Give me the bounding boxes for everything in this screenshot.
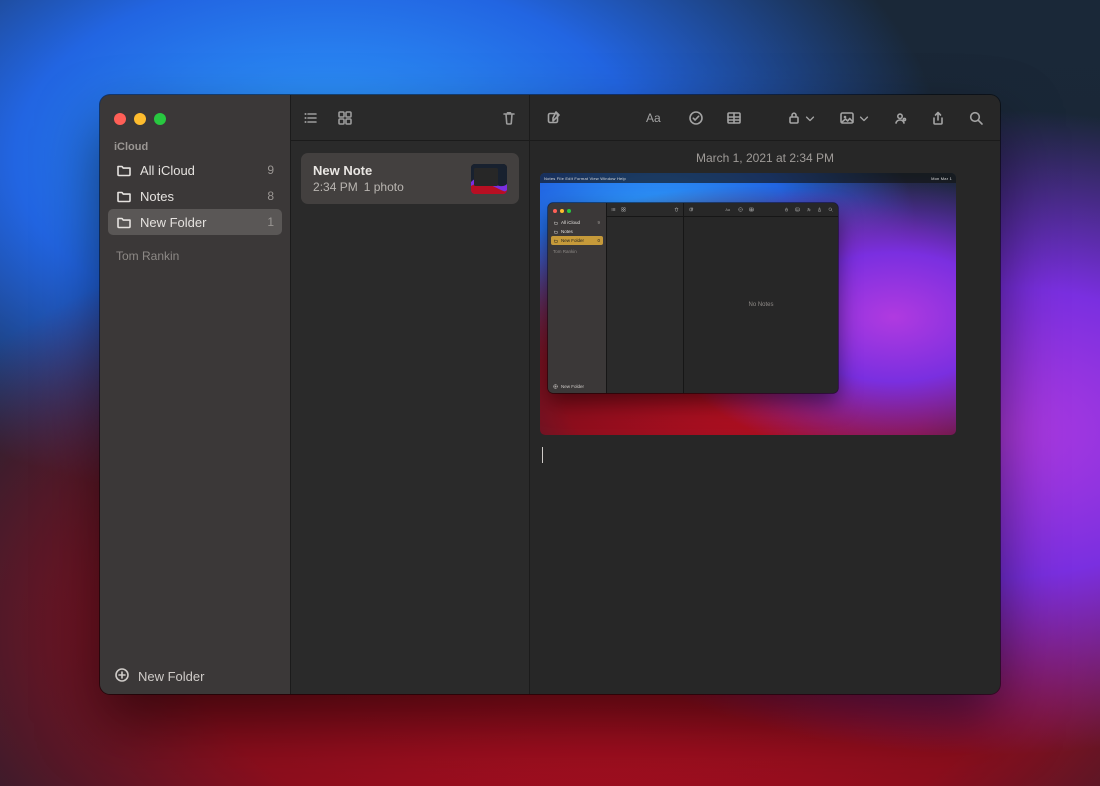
nested-no-notes-label: No Notes: [684, 217, 838, 393]
compose-button[interactable]: [546, 110, 562, 126]
note-thumbnail: [471, 164, 507, 194]
fullscreen-button[interactable]: [154, 113, 166, 125]
notes-list: New Note 2:34 PM 1 photo: [291, 141, 529, 216]
chevron-down-icon: [858, 112, 870, 124]
note-list-item[interactable]: New Note 2:34 PM 1 photo: [301, 153, 519, 204]
share-button[interactable]: [930, 110, 946, 126]
nested-new-folder-button: New Folder: [553, 384, 584, 389]
editor-column: March 1, 2021 at 2:34 PM Notes File Edit…: [530, 95, 1000, 694]
nested-menubar: Notes File Edit Format View Window Help …: [540, 173, 956, 183]
table-button[interactable]: [726, 110, 742, 126]
nested-sidebar-item: Notes: [551, 227, 603, 236]
format-button[interactable]: [646, 110, 666, 126]
nested-notes-window: All iCloud 9 Notes New Folder 0: [548, 203, 838, 393]
text-cursor: [542, 447, 543, 463]
list-view-button[interactable]: [303, 110, 319, 126]
gallery-view-button[interactable]: [337, 110, 353, 126]
notes-list-column: New Note 2:34 PM 1 photo: [290, 95, 530, 694]
new-folder-button[interactable]: New Folder: [100, 658, 290, 694]
sidebar: iCloud All iCloud 9 Notes 8 New Folder 1…: [100, 95, 290, 694]
plus-circle-icon: [114, 667, 130, 686]
folder-icon: [116, 162, 132, 178]
nested-menubar-right: Mon Mar 1: [931, 176, 952, 181]
nested-account-label: Tom Rankin: [548, 245, 606, 258]
folder-icon: [116, 188, 132, 204]
folder-icon: [116, 214, 132, 230]
close-button[interactable]: [114, 113, 126, 125]
list-toolbar: [291, 95, 529, 141]
nested-sidebar: All iCloud 9 Notes New Folder 0: [548, 203, 606, 393]
embedded-screenshot[interactable]: Notes File Edit Format View Window Help …: [540, 173, 956, 435]
window-controls: [100, 109, 290, 141]
note-photo-count: 1 photo: [364, 180, 404, 194]
sidebar-item-label: Notes: [140, 189, 259, 204]
note-meta: 2:34 PM 1 photo: [313, 180, 461, 194]
nested-sidebar-item: All iCloud 9: [551, 218, 603, 227]
sidebar-account-label: Tom Rankin: [100, 235, 290, 277]
nested-window-controls: [548, 208, 606, 218]
note-body[interactable]: Notes File Edit Format View Window Help …: [530, 173, 1000, 694]
note-date: March 1, 2021 at 2:34 PM: [530, 141, 1000, 173]
new-folder-label: New Folder: [138, 669, 204, 684]
sidebar-item-label: New Folder: [140, 215, 259, 230]
sidebar-item-count: 9: [267, 163, 274, 177]
sidebar-item-new-folder[interactable]: New Folder 1: [108, 209, 282, 235]
editor-toolbar: [530, 95, 1000, 141]
search-button[interactable]: [968, 110, 984, 126]
nested-editor: No Notes: [684, 203, 838, 393]
notes-app-window: iCloud All iCloud 9 Notes 8 New Folder 1…: [100, 95, 1000, 694]
sidebar-item-label: All iCloud: [140, 163, 259, 178]
nested-notes-list: [606, 203, 684, 393]
note-time: 2:34 PM: [313, 180, 358, 194]
lock-button[interactable]: [786, 110, 816, 126]
checklist-button[interactable]: [688, 110, 704, 126]
media-button[interactable]: [838, 110, 870, 126]
sidebar-item-count: 1: [267, 215, 274, 229]
sidebar-item-all-icloud[interactable]: All iCloud 9: [108, 157, 282, 183]
nested-sidebar-item: New Folder 0: [551, 236, 603, 245]
delete-note-button[interactable]: [501, 110, 517, 126]
nested-menubar-left: Notes File Edit Format View Window Help: [544, 176, 626, 181]
minimize-button[interactable]: [134, 113, 146, 125]
chevron-down-icon: [804, 112, 816, 124]
sidebar-item-notes[interactable]: Notes 8: [108, 183, 282, 209]
note-title: New Note: [313, 163, 461, 178]
sidebar-section-label: iCloud: [100, 141, 290, 157]
collaborate-button[interactable]: [892, 110, 908, 126]
sidebar-item-count: 8: [267, 189, 274, 203]
sidebar-folder-list: All iCloud 9 Notes 8 New Folder 1: [100, 157, 290, 235]
